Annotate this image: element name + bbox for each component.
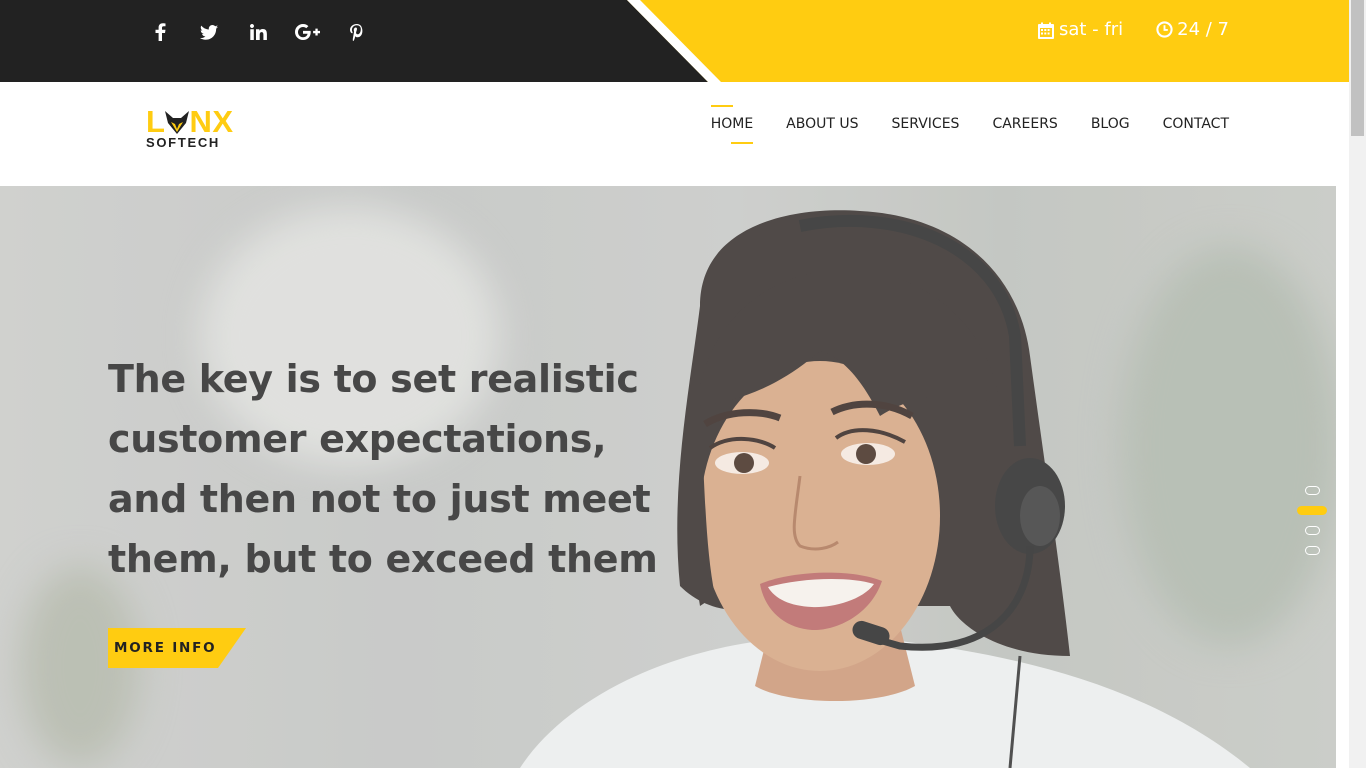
slider-dot-active[interactable] (1297, 506, 1327, 515)
menu-item-about-us[interactable]: ABOUT US (786, 104, 858, 144)
menu-item-contact[interactable]: CONTACT (1163, 104, 1229, 144)
working-days: sat - fri (1037, 19, 1123, 40)
slider-dot[interactable] (1304, 486, 1320, 495)
social-pinterest[interactable] (341, 18, 371, 46)
hero-headline: The key is to set realistic customer exp… (108, 349, 688, 589)
slider-dot[interactable] (1304, 546, 1320, 555)
logo-text-end: NX (189, 104, 234, 139)
social-twitter[interactable] (194, 18, 224, 46)
site-logo[interactable]: L NX SOFTECH (146, 104, 250, 152)
working-days-text: sat - fri (1058, 19, 1124, 40)
hero-slider: The key is to set realistic customer exp… (0, 186, 1336, 768)
hero-headline-line: customer expectations, (108, 417, 607, 461)
hero-headline-line: them, but to exceed them (108, 537, 658, 581)
calendar-icon (1037, 22, 1054, 39)
pinterest-icon (349, 23, 362, 41)
menu-item-careers[interactable]: CAREERS (992, 104, 1057, 144)
scrollbar-thumb[interactable] (1351, 0, 1364, 136)
clock-icon (1156, 21, 1173, 38)
menu-item-blog[interactable]: BLOG (1091, 104, 1130, 144)
hero-headline-line: The key is to set realistic (108, 357, 639, 401)
social-google-plus[interactable] (292, 18, 322, 46)
slider-pagination (1297, 486, 1327, 566)
page-scrollbar[interactable] (1349, 0, 1366, 768)
facebook-icon (155, 23, 165, 41)
social-facebook[interactable] (145, 18, 175, 46)
page: sat - fri 24 / 7 L NX SOFTECH HOME ABOUT… (0, 0, 1366, 768)
logo-wordmark: L NX (146, 104, 250, 139)
top-bar: sat - fri 24 / 7 (0, 0, 1349, 82)
linkedin-icon (249, 24, 267, 40)
top-info: sat - fri 24 / 7 (1004, 19, 1229, 40)
slider-dot[interactable] (1304, 526, 1320, 535)
menu-item-home[interactable]: HOME (710, 104, 754, 144)
logo-subtitle: SOFTECH (146, 135, 221, 150)
hero-headline-line: and then not to just meet (108, 477, 651, 521)
menu-item-services[interactable]: SERVICES (892, 104, 960, 144)
main-navbar: L NX SOFTECH HOME ABOUT US SERVICES CARE… (0, 82, 1349, 186)
social-linkedin[interactable] (243, 18, 273, 46)
google-plus-icon (294, 24, 320, 40)
logo-text-start: L (146, 104, 166, 139)
twitter-icon (200, 24, 218, 40)
working-hours: 24 / 7 (1156, 19, 1229, 40)
fox-head-icon (165, 111, 190, 134)
social-links (145, 18, 390, 46)
main-menu: HOME ABOUT US SERVICES CAREERS BLOG CONT… (678, 104, 1229, 144)
working-hours-text: 24 / 7 (1177, 19, 1229, 40)
more-info-label: MORE INFO (114, 640, 217, 656)
